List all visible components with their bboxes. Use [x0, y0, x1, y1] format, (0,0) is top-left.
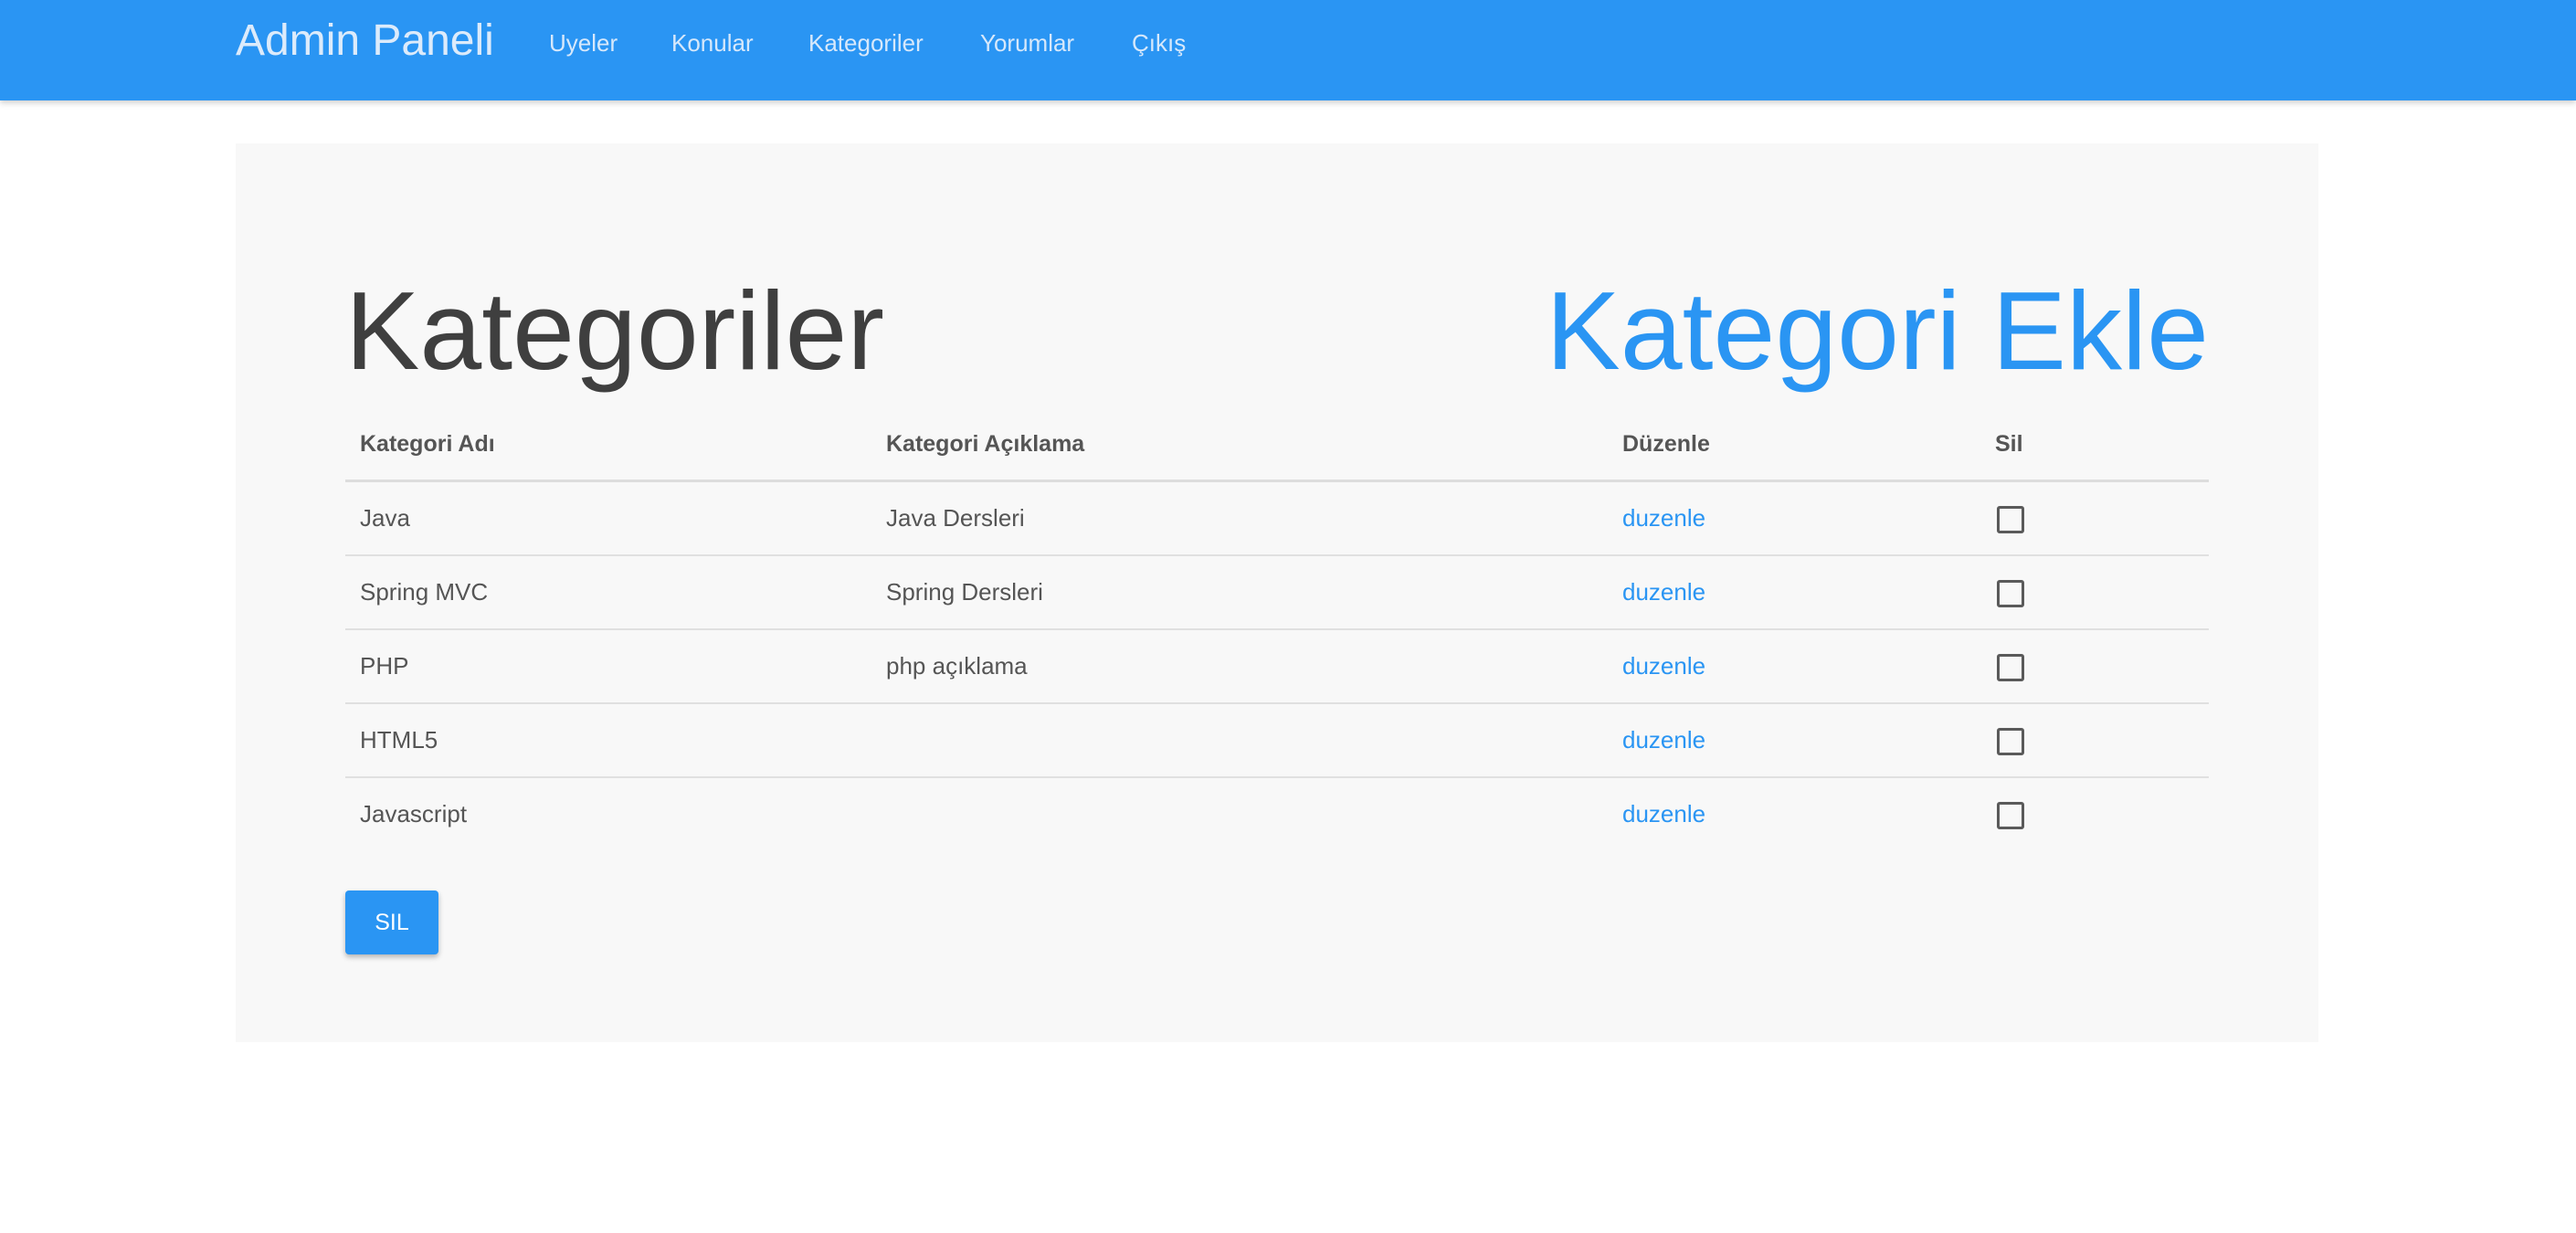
category-name: HTML5 [345, 703, 871, 778]
nav-link-yorumlar[interactable]: Yorumlar [980, 26, 1074, 60]
category-name: PHP [345, 629, 871, 704]
header-category-description: Kategori Açıklama [871, 408, 1608, 482]
nav-link-cikis[interactable]: Çıkış [1132, 26, 1186, 60]
content-panel: Kategoriler Kategori Ekle Kategori Adı K… [236, 143, 2318, 1042]
header-edit: Düzenle [1608, 408, 1980, 482]
category-description [871, 777, 1608, 850]
page-title: Kategoriler [345, 269, 884, 393]
header-category-name: Kategori Adı [345, 408, 871, 482]
add-category-link[interactable]: Kategori Ekle [1546, 262, 2209, 399]
edit-link[interactable]: duzenle [1622, 726, 1705, 754]
brand-link[interactable]: Admin Paneli [236, 13, 494, 69]
table-row: PHP php açıklama duzenle [345, 629, 2209, 704]
delete-checkbox[interactable] [1997, 505, 2024, 533]
category-name: Java [345, 480, 871, 556]
edit-link[interactable]: duzenle [1622, 652, 1705, 680]
table-row: Javascript duzenle [345, 777, 2209, 850]
nav-link-konular[interactable]: Konular [671, 26, 754, 60]
delete-button[interactable]: SIL [345, 890, 438, 954]
category-description: php açıklama [871, 629, 1608, 704]
edit-link[interactable]: duzenle [1622, 504, 1705, 532]
table-row: HTML5 duzenle [345, 703, 2209, 778]
delete-checkbox[interactable] [1997, 801, 2024, 829]
table-row: Java Java Dersleri duzenle [345, 480, 2209, 556]
category-description: Java Dersleri [871, 480, 1608, 556]
category-name: Spring MVC [345, 555, 871, 630]
category-description: Spring Dersleri [871, 555, 1608, 630]
table-row: Spring MVC Spring Dersleri duzenle [345, 555, 2209, 630]
edit-link[interactable]: duzenle [1622, 800, 1705, 827]
category-description [871, 703, 1608, 778]
top-navbar: Admin Paneli Uyeler Konular Kategoriler … [0, 0, 2576, 100]
nav-link-kategoriler[interactable]: Kategoriler [808, 26, 924, 60]
category-name: Javascript [360, 800, 468, 827]
delete-checkbox[interactable] [1997, 653, 2024, 681]
nav-link-uyeler[interactable]: Uyeler [549, 26, 618, 60]
delete-checkbox[interactable] [1997, 579, 2024, 607]
edit-link[interactable]: duzenle [1622, 578, 1705, 606]
table-header-row: Kategori Adı Kategori Açıklama Düzenle S… [345, 408, 2209, 482]
header-delete: Sil [1980, 408, 2209, 482]
delete-checkbox[interactable] [1997, 727, 2024, 755]
categories-table: Kategori Adı Kategori Açıklama Düzenle S… [345, 408, 2209, 850]
